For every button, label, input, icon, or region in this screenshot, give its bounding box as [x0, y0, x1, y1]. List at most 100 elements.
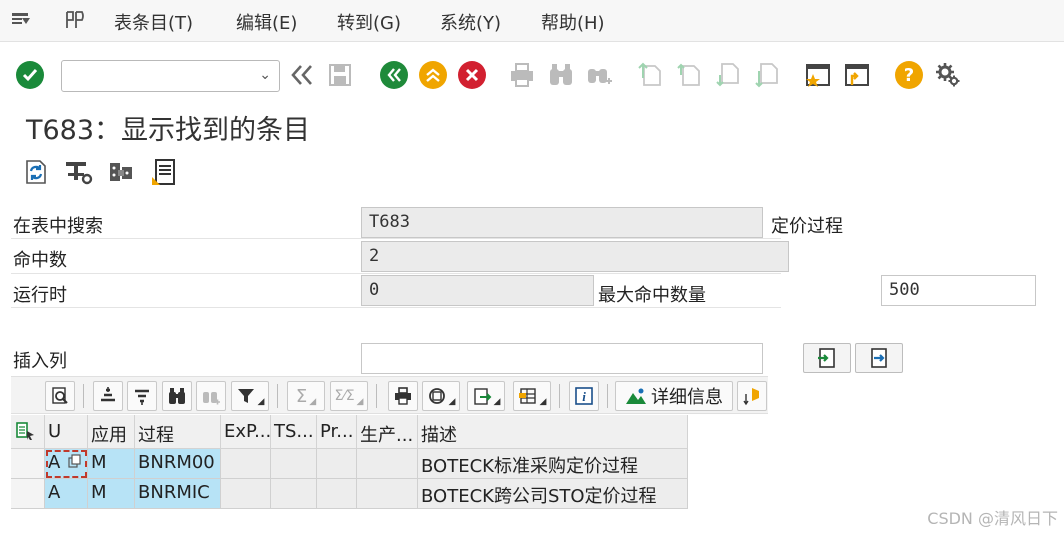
hits-field: 2	[361, 241, 789, 272]
column-select-icon	[16, 422, 34, 440]
print-icon[interactable]	[508, 61, 536, 89]
insert-all-columns-button[interactable]	[855, 343, 903, 373]
details-view-button[interactable]	[45, 381, 75, 411]
views-button[interactable]: ◢	[422, 381, 460, 411]
insert-column-button[interactable]	[803, 343, 851, 373]
next-page-icon[interactable]	[714, 61, 742, 89]
help-icon[interactable]: ?	[895, 61, 923, 89]
column-header[interactable]: TS...	[271, 415, 317, 449]
table-cell[interactable]: BNRM00	[135, 449, 221, 479]
gui-options-icon[interactable]	[64, 9, 86, 31]
select-all-columns-button[interactable]	[11, 415, 45, 449]
sort-ascending-button[interactable]	[93, 381, 123, 411]
export-button[interactable]: ◢	[467, 381, 505, 411]
insert-column-input[interactable]	[361, 343, 763, 374]
table-cell[interactable]	[221, 479, 271, 509]
subtotal-button[interactable]: Σ⁄Σ ◢	[330, 381, 368, 411]
create-session-icon[interactable]	[843, 61, 871, 89]
sort-hierarchy-button[interactable]	[737, 381, 767, 411]
table-cell[interactable]	[271, 449, 317, 479]
chevron-down-icon[interactable]: ⌄	[259, 67, 271, 83]
back-icon[interactable]	[380, 61, 408, 89]
column-header[interactable]: U	[45, 415, 88, 449]
row-selector[interactable]	[11, 479, 45, 509]
find-icon[interactable]	[547, 61, 575, 89]
menu-help[interactable]: 帮助(H)	[541, 9, 605, 35]
hits-label: 命中数	[13, 250, 67, 271]
menu-table-entry[interactable]: 表条目(T)	[114, 9, 193, 35]
max-hits-input[interactable]: 500	[881, 275, 1036, 306]
table-cell[interactable]	[317, 479, 357, 509]
cancel-icon[interactable]	[458, 61, 486, 89]
divider	[277, 384, 278, 408]
find-next-button[interactable]	[196, 381, 226, 411]
table-cell[interactable]	[357, 479, 418, 509]
column-header[interactable]: ExP...	[221, 415, 271, 449]
caret-down-icon: ◢	[356, 397, 364, 407]
cell-value: A	[48, 452, 61, 473]
sort-descending-button[interactable]	[127, 381, 157, 411]
previous-page-icon[interactable]	[675, 61, 703, 89]
column-header[interactable]: 应用	[88, 415, 135, 449]
max-hits-label: 最大命中数量	[598, 285, 706, 306]
table-cell[interactable]	[317, 449, 357, 479]
menu-goto[interactable]: 转到(G)	[337, 9, 401, 35]
refresh-icon[interactable]	[20, 157, 50, 187]
info-icon: i	[575, 387, 593, 405]
command-field[interactable]: ⌄	[61, 60, 280, 92]
back-double-arrow-icon[interactable]	[288, 61, 316, 89]
information-button[interactable]: i	[569, 381, 599, 411]
table-cell[interactable]: A	[45, 479, 88, 509]
search-table-description: 定价过程	[771, 216, 843, 237]
table-cell[interactable]: BOTECK跨公司STO定价过程	[418, 479, 688, 509]
row-selector[interactable]	[11, 449, 45, 479]
copy-icon[interactable]	[68, 454, 82, 468]
last-page-icon[interactable]	[753, 61, 781, 89]
total-button[interactable]: Σ ◢	[287, 381, 325, 411]
column-header[interactable]: 生产...	[357, 415, 418, 449]
table-cell[interactable]: A	[45, 449, 88, 479]
table-cell[interactable]	[357, 449, 418, 479]
views-icon	[428, 388, 445, 404]
table-cell[interactable]: M	[88, 449, 135, 479]
divider	[83, 384, 84, 408]
first-page-icon[interactable]	[636, 61, 664, 89]
watermark: CSDN @清风日下	[927, 509, 1058, 528]
svg-text:i: i	[582, 389, 586, 404]
caret-down-icon: ◢	[493, 397, 501, 407]
table-cell[interactable]	[221, 449, 271, 479]
menu-system[interactable]: 系统(Y)	[440, 9, 501, 35]
table-cell[interactable]	[271, 479, 317, 509]
filter-button[interactable]: ◢	[231, 381, 269, 411]
table-cell[interactable]: BOTECK标准采购定价过程	[418, 449, 688, 479]
menu-bar: 表条目(T) 编辑(E) 转到(G) 系统(Y) 帮助(H)	[0, 0, 1064, 42]
technical-settings-icon[interactable]	[64, 157, 94, 187]
binoculars-plus-icon	[203, 392, 220, 405]
insert-all-columns-icon	[871, 348, 887, 368]
customize-layout-icon[interactable]	[934, 61, 962, 89]
save-icon[interactable]	[326, 61, 354, 89]
sigma-icon: Σ	[295, 385, 308, 407]
alv-toolbar: ◢ Σ ◢ Σ⁄Σ ◢ ◢ ◢ ◢ i 详细信息	[11, 376, 768, 414]
layout-button[interactable]: ◢	[513, 381, 551, 411]
magnifier-document-icon	[52, 387, 68, 404]
caret-down-icon: ◢	[448, 397, 456, 407]
menu-edit[interactable]: 编辑(E)	[236, 9, 297, 35]
divider	[607, 384, 608, 408]
find-button[interactable]	[162, 381, 192, 411]
create-shortcut-icon[interactable]	[804, 61, 832, 89]
search-table-label: 在表中搜索	[13, 216, 103, 237]
print-preview-button[interactable]	[388, 381, 418, 411]
details-button[interactable]: 详细信息	[615, 381, 733, 411]
column-header[interactable]: 描述	[418, 415, 688, 449]
exit-icon[interactable]	[419, 61, 447, 89]
table-cell[interactable]: BNRMIC	[135, 479, 221, 509]
enter-check-icon[interactable]	[16, 61, 44, 89]
column-header[interactable]: Pr...	[317, 415, 357, 449]
table-cell[interactable]: M	[88, 479, 135, 509]
list-document-icon[interactable]	[150, 157, 180, 187]
structure-icon[interactable]	[106, 157, 136, 187]
column-header[interactable]: 过程	[135, 415, 221, 449]
menu-icon[interactable]	[10, 9, 32, 31]
find-next-icon[interactable]	[586, 61, 614, 89]
